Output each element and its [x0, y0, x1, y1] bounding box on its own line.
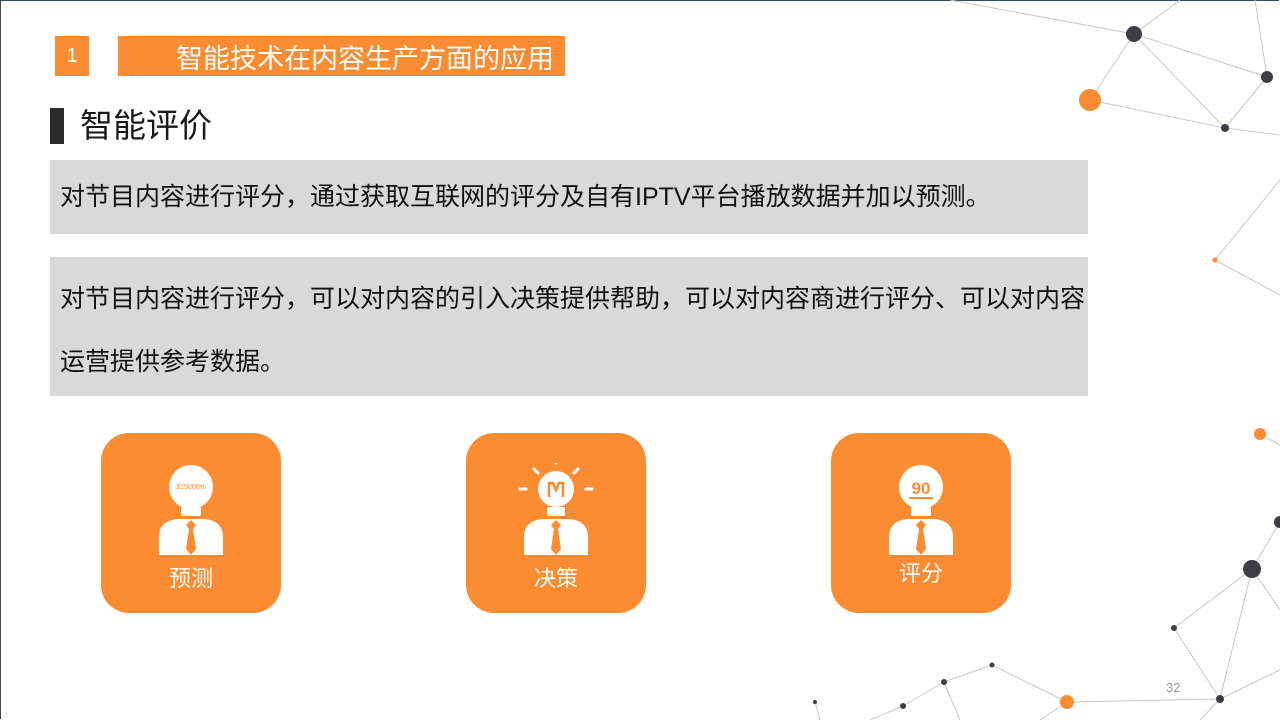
forecast-bulb-text: $15000%	[176, 484, 206, 491]
decision-label: 决策	[533, 566, 578, 591]
forecast-card: $15000% 预测	[101, 433, 281, 613]
decision-card: 决策	[466, 433, 646, 613]
score-bulb-text: 90	[912, 479, 931, 498]
forecast-label: 预测	[168, 566, 213, 591]
score-label: 评分	[898, 561, 943, 586]
section-number: 1	[55, 36, 89, 76]
page-number: 32	[1166, 680, 1181, 695]
page-heading: 智能评价	[80, 107, 212, 144]
lightbulb-person-decision-icon	[518, 463, 594, 555]
description-panel-2: 对节目内容进行评分，可以对内容的引入决策提供帮助，可以对内容商进行评分、可以对内…	[50, 257, 1088, 396]
lightbulb-person-score-icon: 90	[889, 465, 953, 555]
section-title: 智能技术在内容生产方面的应用	[118, 36, 565, 76]
description-panel-1: 对节目内容进行评分，通过获取互联网的评分及自有IPTV平台播放数据并加以预测。	[50, 160, 1088, 234]
score-card: 90 评分	[831, 433, 1011, 613]
lightbulb-person-forecast-icon: $15000%	[159, 465, 223, 555]
heading-marker	[50, 108, 64, 144]
